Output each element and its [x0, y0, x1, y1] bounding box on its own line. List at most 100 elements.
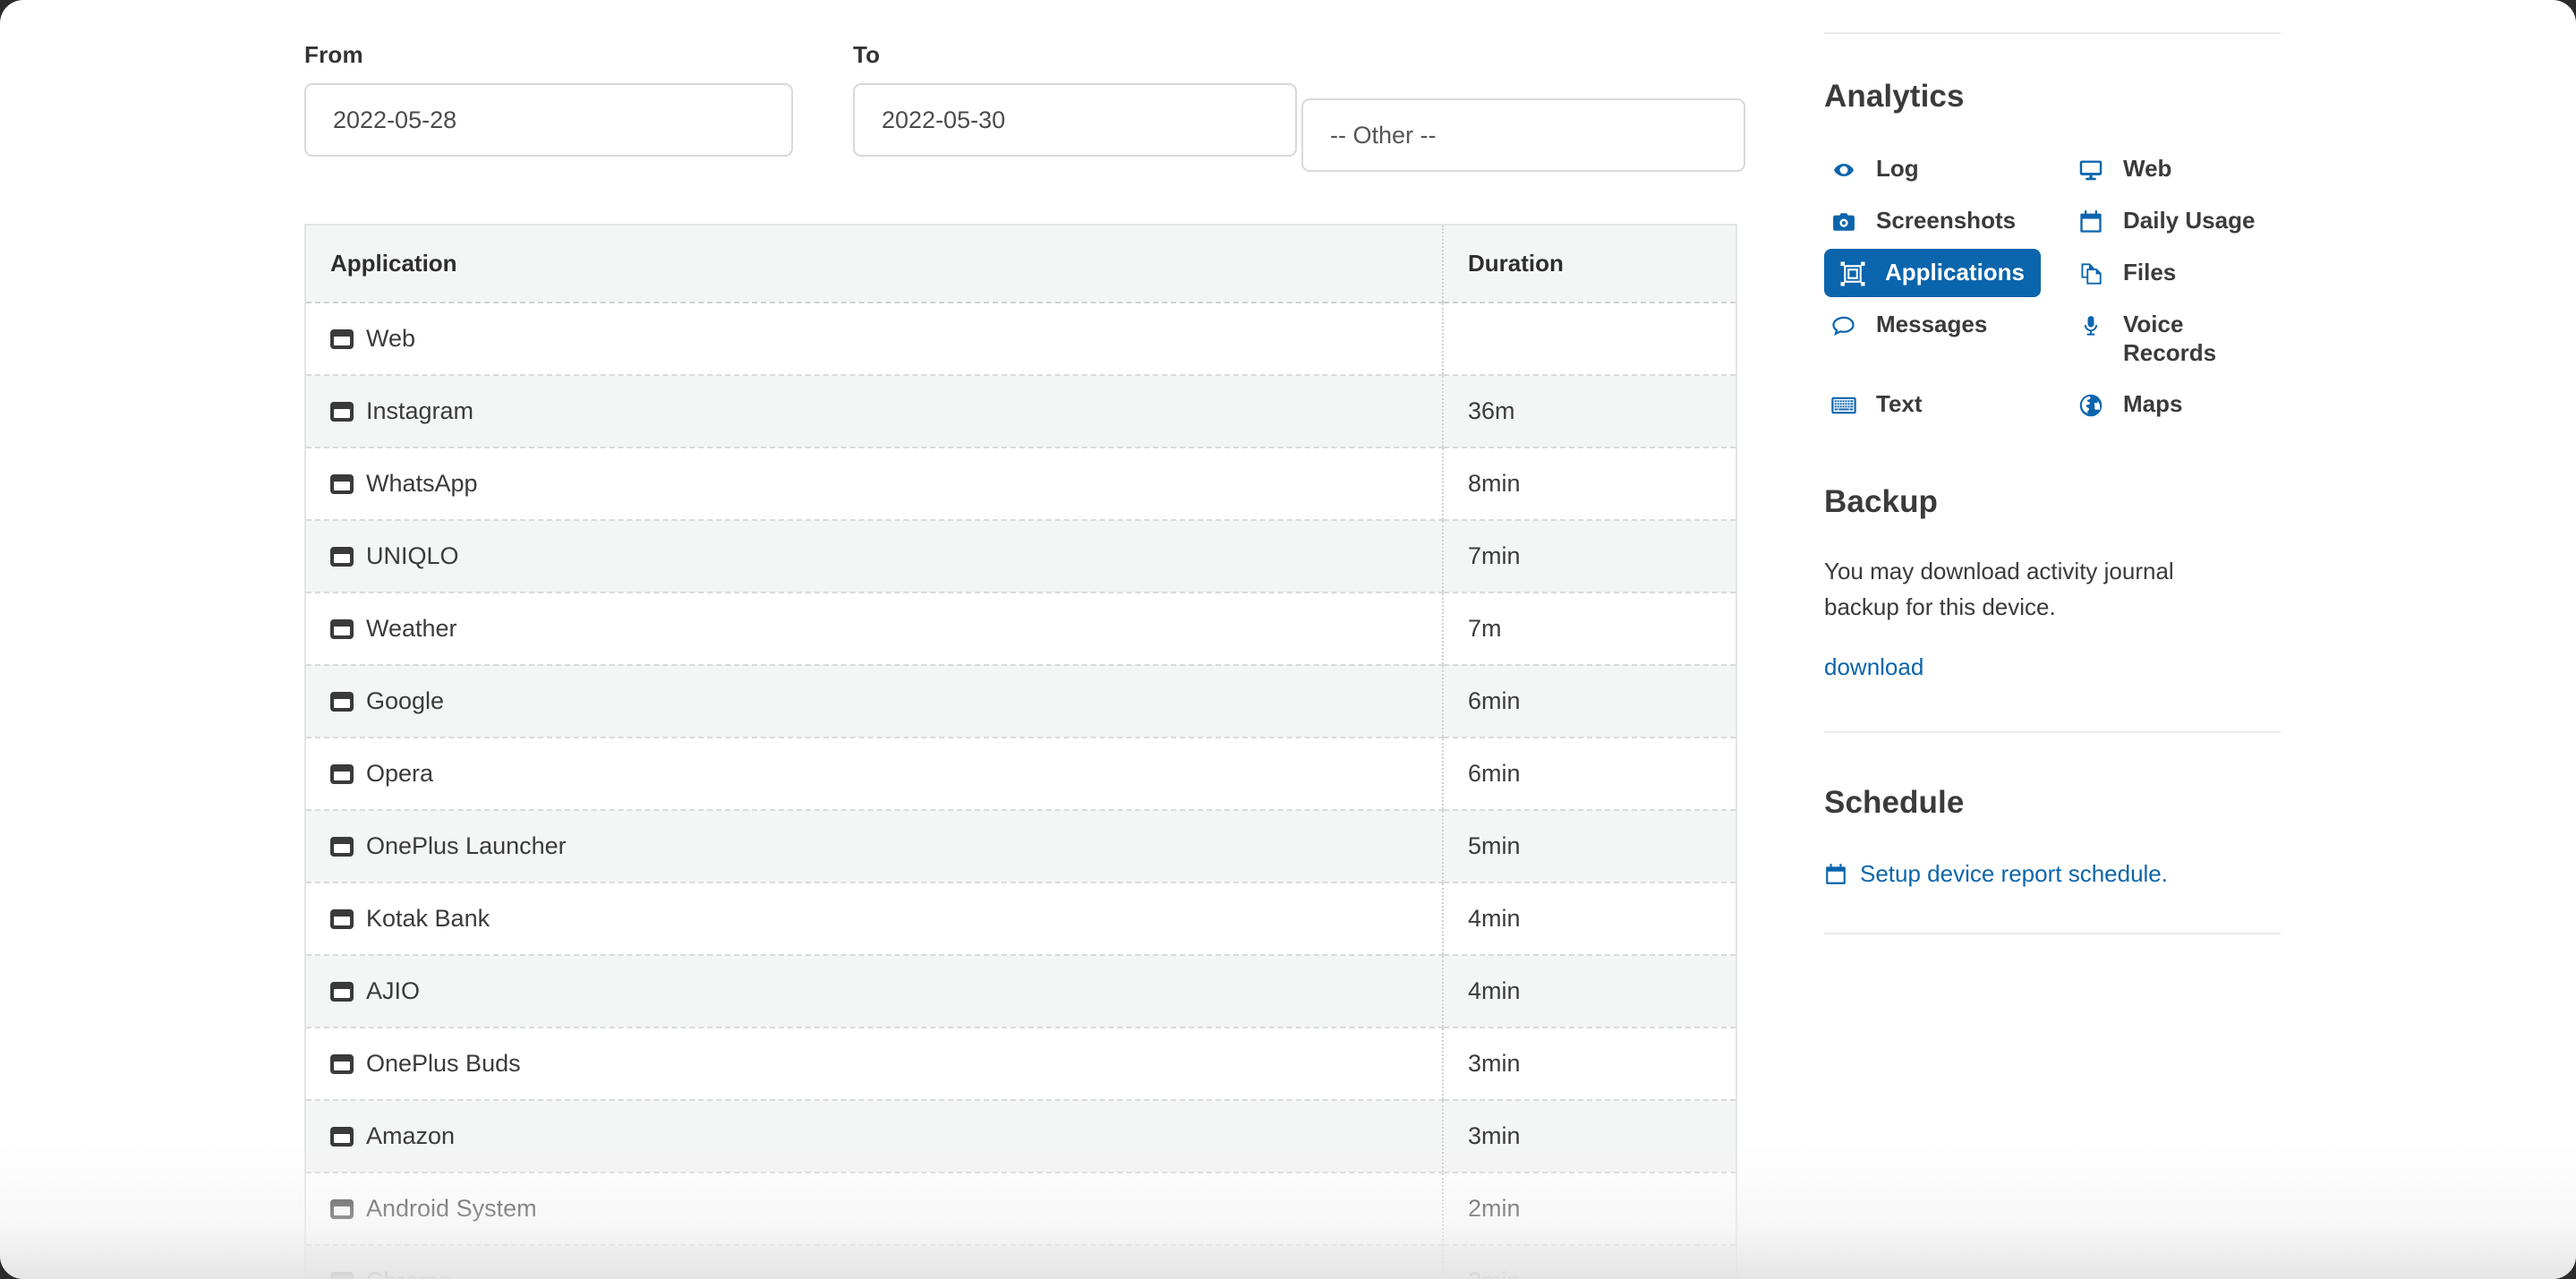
cell-duration: 4min	[1442, 883, 1736, 956]
table-row[interactable]: Instagram 36m	[305, 375, 1736, 448]
table-row[interactable]: OnePlus Buds 3min	[305, 1027, 1736, 1101]
analytics-item-label: Log	[1876, 155, 1919, 182]
duration-value: 2min	[1468, 1195, 1521, 1222]
cell-duration: 2min	[1442, 1172, 1736, 1246]
setup-schedule-link[interactable]: Setup device report schedule.	[1824, 860, 2281, 888]
cell-duration: 4min	[1442, 955, 1736, 1028]
application-name: Opera	[366, 760, 434, 787]
app-window-icon	[330, 1198, 354, 1219]
app-window-icon	[330, 763, 354, 784]
applications-table: Application Duration Web Instagram 36m What…	[304, 224, 1737, 1279]
to-label: To	[853, 41, 881, 68]
analytics-nav-grid: Log Web Screenshots Daily Usage Applications…	[1824, 145, 2281, 429]
cell-application: Chrome	[305, 1245, 1443, 1279]
table-row[interactable]: Weather 7m	[305, 593, 1736, 666]
cell-application: Weather	[305, 593, 1443, 666]
app-frame-icon	[1838, 260, 1867, 287]
download-backup-link[interactable]: download	[1824, 653, 1923, 681]
duration-value: 8min	[1468, 470, 1521, 497]
app-window-icon	[330, 691, 354, 712]
cell-duration: 3min	[1442, 1100, 1736, 1173]
cell-application: WhatsApp	[305, 448, 1443, 521]
cell-duration: 2min	[1442, 1245, 1736, 1279]
other-select[interactable]: -- Other --	[1301, 98, 1745, 172]
application-name: OnePlus Launcher	[366, 832, 567, 859]
analytics-item-log[interactable]: Log	[1824, 145, 2071, 193]
analytics-item-applications[interactable]: Applications	[1824, 249, 2042, 297]
analytics-item-label: Text	[1876, 390, 1923, 418]
table-row[interactable]: Kotak Bank 4min	[305, 883, 1736, 956]
application-name: Kotak Bank	[366, 905, 490, 932]
table-row[interactable]: OnePlus Launcher 5min	[305, 810, 1736, 883]
cell-duration: 5min	[1442, 810, 1736, 883]
main-content: From 2022-05-28 To 2022-05-30 -- Other -…	[304, 0, 1745, 1279]
files-icon	[2077, 260, 2105, 287]
application-name: OnePlus Buds	[366, 1050, 521, 1077]
from-date-input[interactable]: 2022-05-28	[304, 83, 793, 157]
analytics-item-screenshots[interactable]: Screenshots	[1824, 197, 2071, 245]
cell-application: OnePlus Buds	[305, 1027, 1443, 1101]
analytics-item-files[interactable]: Files	[2071, 249, 2281, 297]
application-name: Web	[366, 325, 416, 352]
cell-application: Google	[305, 665, 1443, 738]
analytics-item-maps[interactable]: Maps	[2071, 380, 2281, 429]
table-row[interactable]: Opera 6min	[305, 738, 1736, 811]
cell-duration: 6min	[1442, 738, 1736, 811]
keyboard-icon	[1830, 392, 1858, 419]
cell-application: AJIO	[305, 955, 1443, 1028]
app-window-icon	[330, 1126, 354, 1147]
table-row[interactable]: Chrome 2min	[305, 1245, 1736, 1279]
applications-table-body: Web Instagram 36m WhatsApp 8min UNIQLO 7min Wea…	[305, 303, 1736, 1279]
to-date-input[interactable]: 2022-05-30	[853, 83, 1297, 157]
analytics-item-messages[interactable]: Messages	[1824, 301, 2071, 349]
sidebar-divider-top	[1824, 32, 2281, 34]
eye-icon	[1830, 157, 1858, 183]
analytics-item-label: Applications	[1885, 259, 2026, 286]
duration-value: 36m	[1468, 397, 1515, 424]
page-root: From 2022-05-28 To 2022-05-30 -- Other -…	[0, 0, 2576, 1279]
table-header-row: Application Duration	[305, 225, 1736, 303]
cell-application: OnePlus Launcher	[305, 810, 1443, 883]
table-row[interactable]: Amazon 3min	[305, 1100, 1736, 1173]
date-filter-bar: From 2022-05-28 To 2022-05-30 -- Other -…	[304, 0, 1745, 224]
to-field-group: To 2022-05-30	[853, 41, 1297, 157]
backup-heading: Backup	[1824, 484, 1939, 520]
calendar-icon	[1824, 863, 1847, 886]
app-window-icon	[330, 981, 354, 1002]
cell-application: Opera	[305, 738, 1443, 811]
monitor-icon	[2077, 157, 2105, 183]
table-row[interactable]: UNIQLO 7min	[305, 520, 1736, 593]
application-name: Weather	[366, 615, 457, 642]
table-row[interactable]: Google 6min	[305, 665, 1736, 738]
analytics-item-voice-records[interactable]: Voice Records	[2071, 301, 2281, 377]
schedule-heading: Schedule	[1824, 785, 1965, 821]
column-header-application: Application	[305, 225, 1443, 303]
application-name: Amazon	[366, 1122, 456, 1149]
application-name: Google	[366, 687, 445, 714]
analytics-item-text[interactable]: Text	[1824, 380, 2071, 429]
cell-duration	[1442, 303, 1736, 376]
analytics-item-daily-usage[interactable]: Daily Usage	[2071, 197, 2281, 245]
cell-application: UNIQLO	[305, 520, 1443, 593]
table-row[interactable]: Web	[305, 303, 1736, 376]
table-row[interactable]: AJIO 4min	[305, 955, 1736, 1028]
duration-value: 4min	[1468, 905, 1521, 932]
duration-value: 5min	[1468, 832, 1521, 859]
calendar-icon	[2077, 209, 2105, 235]
globe-icon	[2077, 392, 2105, 419]
from-label: From	[304, 41, 363, 68]
microphone-icon	[2077, 312, 2105, 339]
analytics-item-label: Daily Usage	[2123, 207, 2256, 234]
table-row[interactable]: Android System 2min	[305, 1172, 1736, 1246]
duration-value: 7min	[1468, 542, 1521, 569]
cell-duration: 6min	[1442, 665, 1736, 738]
from-field-group: From 2022-05-28	[304, 41, 793, 157]
cell-application: Kotak Bank	[305, 883, 1443, 956]
analytics-item-web[interactable]: Web	[2071, 145, 2281, 193]
cell-application: Instagram	[305, 375, 1443, 448]
cell-duration: 3min	[1442, 1027, 1736, 1101]
table-row[interactable]: WhatsApp 8min	[305, 448, 1736, 521]
analytics-item-label: Voice Records	[2123, 311, 2217, 366]
other-field-group: -- Other --	[1301, 98, 1745, 172]
cell-application: Amazon	[305, 1100, 1443, 1173]
